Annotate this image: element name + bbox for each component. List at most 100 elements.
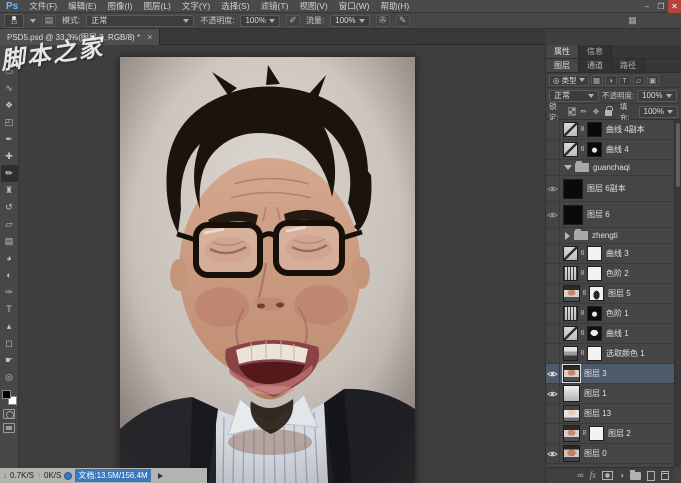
workspace-switcher-icon[interactable]: ▦ (626, 15, 639, 26)
adjustment-layers-filter-icon[interactable]: ◑ (604, 74, 617, 86)
restore-button[interactable]: ❐ (654, 0, 668, 13)
visibility-toggle[interactable] (546, 424, 560, 443)
tab-close-icon[interactable]: × (147, 32, 152, 42)
layer-name[interactable]: 色阶 2 (606, 268, 629, 279)
flow-select[interactable]: 100% (330, 14, 370, 27)
filter-kind-select[interactable]: ◎ 类型 (549, 74, 589, 86)
layer-row[interactable]: 8 曲线 4副本 (546, 120, 674, 140)
curves-thumbnail-icon[interactable] (563, 142, 578, 157)
crop-tool[interactable]: ◰ (1, 114, 18, 131)
visibility-toggle[interactable] (546, 324, 560, 343)
layer-row[interactable]: 8 色阶 2 (546, 264, 674, 284)
curves-thumbnail-icon[interactable] (563, 326, 578, 341)
fill-select[interactable]: 100% (638, 105, 678, 118)
visibility-toggle[interactable] (546, 202, 560, 227)
layer-thumbnail[interactable] (563, 178, 583, 199)
menu-image[interactable]: 图像(I) (107, 0, 132, 12)
tab-layers[interactable]: 图层 (546, 59, 579, 72)
layer-name[interactable]: guanchaqi (593, 163, 630, 172)
layer-thumbnail[interactable] (563, 405, 580, 422)
visibility-toggle[interactable] (546, 244, 560, 263)
visibility-toggle[interactable] (546, 344, 560, 363)
layer-row[interactable]: 8 曲线 3 (546, 244, 674, 264)
visibility-toggle[interactable] (546, 404, 560, 423)
layer-name[interactable]: 色阶 1 (606, 308, 629, 319)
layer-row[interactable]: 图层 1 (546, 384, 674, 404)
layer-name[interactable]: 图层 6副本 (587, 183, 626, 194)
layer-mask-thumbnail[interactable] (587, 266, 602, 281)
layer-row[interactable]: 8 选取颜色 1 (546, 344, 674, 364)
tab-channels[interactable]: 通道 (579, 59, 612, 72)
menu-select[interactable]: 选择(S) (221, 0, 249, 12)
layer-name[interactable]: 图层 13 (584, 408, 611, 419)
document-size-info[interactable]: 文档:13.5M/156.4M (75, 469, 151, 482)
tablet-pressure-size-icon[interactable]: ✎ (395, 14, 410, 27)
levels-thumbnail-icon[interactable] (563, 266, 578, 281)
foreground-color-swatch[interactable] (1, 390, 11, 399)
shape-layers-filter-icon[interactable]: ▱ (632, 74, 645, 86)
healing-brush-tool[interactable]: ✚ (1, 148, 18, 165)
close-button[interactable]: ✕ (668, 0, 681, 13)
layer-row[interactable]: 8 图层 5 (546, 284, 674, 304)
visibility-toggle[interactable] (546, 228, 560, 243)
selective-color-thumbnail-icon[interactable] (563, 346, 578, 361)
visibility-toggle[interactable] (546, 160, 560, 175)
zoom-tool[interactable]: ◎ (1, 369, 18, 386)
layer-mask-thumbnail[interactable] (589, 286, 604, 301)
visibility-toggle[interactable] (546, 176, 560, 201)
layer-thumbnail[interactable] (563, 204, 583, 225)
layer-group-row[interactable]: guanchaqi (546, 160, 674, 176)
layer-row-selected[interactable]: 图层 3 (546, 364, 674, 384)
curves-thumbnail-icon[interactable] (563, 246, 578, 261)
brush-preset-caret-icon[interactable] (30, 18, 36, 23)
layer-mask-thumbnail[interactable] (587, 326, 602, 341)
tab-info[interactable]: 信息 (579, 45, 612, 58)
brush-preset-picker[interactable]: 15 (4, 13, 24, 28)
visibility-toggle[interactable] (546, 264, 560, 283)
layer-thumbnail[interactable] (563, 385, 580, 402)
layer-mask-thumbnail[interactable] (587, 246, 602, 261)
layer-mask-thumbnail[interactable] (587, 306, 602, 321)
layer-name[interactable]: 选取颜色 1 (606, 348, 645, 359)
visibility-toggle[interactable] (546, 364, 560, 383)
menu-help[interactable]: 帮助(H) (380, 0, 409, 12)
layer-name[interactable]: 曲线 4副本 (606, 124, 645, 135)
layer-name[interactable]: zhengti (592, 231, 618, 240)
visibility-toggle[interactable] (546, 384, 560, 403)
new-group-icon[interactable] (630, 469, 641, 480)
screen-mode-icon[interactable] (3, 423, 15, 433)
path-selection-tool[interactable]: ▴ (1, 318, 18, 335)
menu-window[interactable]: 窗口(W) (339, 0, 370, 12)
visibility-toggle[interactable] (546, 120, 560, 139)
type-tool[interactable]: T (1, 301, 18, 318)
tab-paths[interactable]: 路径 (612, 59, 645, 72)
scrollbar-thumb[interactable] (676, 123, 680, 187)
layer-name[interactable]: 图层 0 (584, 448, 607, 459)
quick-mask-icon[interactable] (3, 409, 15, 419)
layer-row[interactable]: 图层 6副本 (546, 176, 674, 202)
layer-name[interactable]: 图层 5 (608, 288, 631, 299)
layer-name[interactable]: 图层 3 (584, 368, 607, 379)
eyedropper-tool[interactable]: ✒ (1, 131, 18, 148)
lasso-tool[interactable]: ∿ (1, 80, 18, 97)
status-flyout-arrow-icon[interactable] (157, 472, 163, 479)
menu-edit[interactable]: 编辑(E) (68, 0, 96, 12)
visibility-toggle[interactable] (546, 284, 560, 303)
canvas-image[interactable] (120, 57, 415, 483)
levels-thumbnail-icon[interactable] (563, 306, 578, 321)
layer-mask-thumbnail[interactable] (587, 346, 602, 361)
layer-thumbnail[interactable] (563, 445, 580, 462)
move-tool[interactable]: ✥ (1, 46, 18, 63)
blur-tool[interactable]: ◕ (1, 250, 18, 267)
lock-image-pixels-icon[interactable]: ✏ (579, 107, 588, 117)
layer-name[interactable]: 图层 2 (608, 428, 631, 439)
clone-stamp-tool[interactable]: ♜ (1, 182, 18, 199)
gradient-tool[interactable]: ▤ (1, 233, 18, 250)
dodge-tool[interactable]: ◐ (1, 267, 18, 284)
link-layers-icon[interactable]: ∞ (577, 471, 583, 480)
marquee-tool[interactable]: ▭ (1, 63, 18, 80)
layers-scrollbar[interactable] (674, 120, 681, 467)
lock-transparent-pixels-icon[interactable] (567, 107, 577, 116)
history-brush-tool[interactable]: ↺ (1, 199, 18, 216)
layer-style-icon[interactable]: fx (590, 471, 597, 480)
